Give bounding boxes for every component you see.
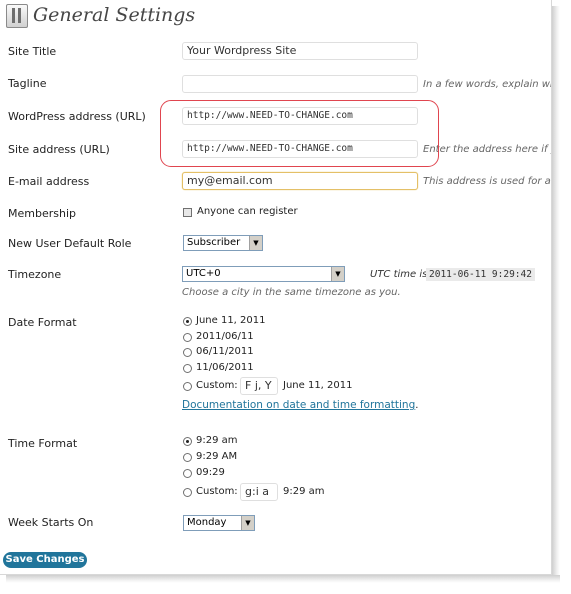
default-role-value: Subscriber — [187, 237, 241, 248]
week-start-value: Monday — [187, 517, 227, 528]
date-format-custom-input[interactable]: F j, Y — [240, 377, 278, 395]
timezone-select[interactable]: UTC+0 ▼ — [182, 266, 345, 282]
default-role-label: New User Default Role — [8, 237, 132, 250]
date-format-radio-1[interactable] — [183, 317, 192, 326]
save-changes-button[interactable]: Save Changes — [3, 552, 87, 568]
time-format-custom-label: Custom: — [196, 486, 238, 497]
time-format-radio-custom[interactable] — [183, 488, 192, 497]
settings-page: General Settings Site Title Your Wordpre… — [0, 0, 552, 575]
time-format-option-1: 9:29 am — [196, 435, 238, 446]
date-doc-suffix: . — [415, 400, 419, 411]
date-format-custom-label: Custom: — [196, 380, 238, 391]
timezone-label: Timezone — [8, 268, 62, 281]
time-format-label: Time Format — [8, 437, 78, 450]
site-title-label: Site Title — [8, 45, 57, 58]
time-format-radio-2[interactable] — [183, 453, 192, 462]
dropdown-arrow-icon: ▼ — [249, 236, 262, 250]
time-format-radio-3[interactable] — [183, 469, 192, 478]
date-format-option-2: 2011/06/11 — [196, 331, 254, 342]
date-format-radio-custom[interactable] — [183, 382, 192, 391]
email-description: This address is used for adr — [423, 176, 552, 187]
date-format-radio-3[interactable] — [183, 348, 192, 357]
default-role-select[interactable]: Subscriber ▼ — [183, 235, 263, 251]
anyone-can-register-label: Anyone can register — [197, 206, 298, 217]
settings-icon — [6, 4, 28, 28]
time-format-radio-1[interactable] — [183, 437, 192, 446]
utc-time-label: UTC time is — [370, 269, 428, 280]
week-start-select[interactable]: Monday ▼ — [183, 515, 255, 531]
time-format-custom-input[interactable]: g:i a — [240, 483, 278, 501]
anyone-can-register-checkbox[interactable] — [183, 208, 192, 217]
url-highlight-annotation — [160, 100, 439, 167]
time-format-option-3: 09:29 — [196, 467, 225, 478]
time-format-option-2: 9:29 AM — [196, 451, 238, 462]
date-doc-line: Documentation on date and time formattin… — [182, 399, 418, 411]
utc-time-value: 2011-06-11 9:29:42 — [426, 268, 535, 281]
date-format-label: Date Format — [8, 316, 77, 329]
time-format-custom-preview: 9:29 am — [283, 486, 325, 497]
window-shadow-right — [552, 6, 560, 580]
date-time-documentation-link[interactable]: Documentation on date and time formattin… — [182, 399, 415, 411]
wp-address-label: WordPress address (URL) — [8, 110, 146, 123]
date-format-custom-preview: June 11, 2011 — [283, 380, 353, 391]
timezone-value: UTC+0 — [186, 268, 221, 279]
date-format-option-3: 06/11/2011 — [196, 346, 254, 357]
email-input[interactable]: my@email.com — [182, 172, 418, 190]
date-format-radio-4[interactable] — [183, 364, 192, 373]
site-title-input[interactable]: Your Wordpress Site — [182, 42, 418, 60]
date-format-radio-2[interactable] — [183, 333, 192, 342]
email-label: E-mail address — [8, 175, 90, 188]
date-format-option-1: June 11, 2011 — [196, 315, 266, 326]
tagline-label: Tagline — [8, 77, 47, 90]
date-format-option-4: 11/06/2011 — [196, 362, 254, 373]
week-start-label: Week Starts On — [8, 516, 94, 529]
window-shadow-bottom — [6, 575, 560, 583]
tagline-description: In a few words, explain wha — [423, 79, 552, 90]
membership-label: Membership — [8, 207, 76, 220]
timezone-hint: Choose a city in the same timezone as yo… — [182, 287, 401, 298]
dropdown-arrow-icon: ▼ — [241, 516, 254, 530]
site-address-description: Enter the address here if yo — [423, 144, 552, 155]
page-title: General Settings — [33, 4, 196, 26]
site-address-label: Site address (URL) — [8, 143, 110, 156]
dropdown-arrow-icon: ▼ — [331, 267, 344, 281]
tagline-input[interactable] — [182, 75, 418, 93]
